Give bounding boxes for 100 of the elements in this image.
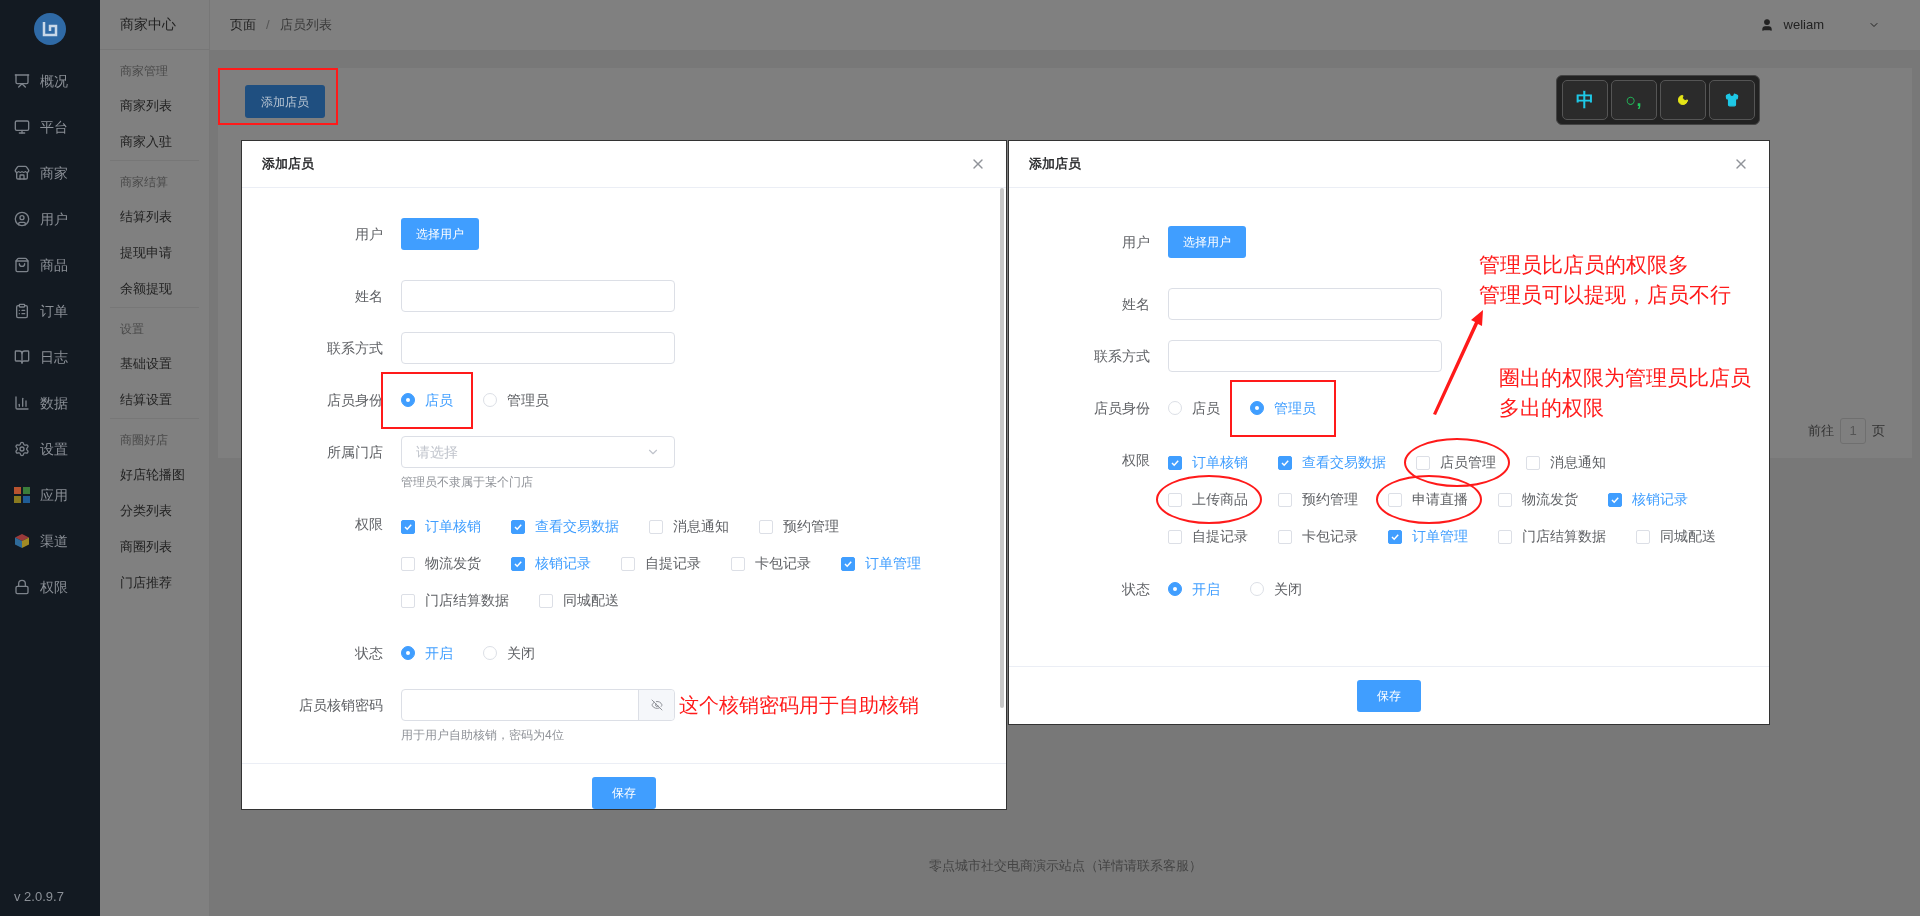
- permission-checkbox[interactable]: 同城配送: [1636, 526, 1716, 547]
- input-field[interactable]: [401, 280, 675, 312]
- field-label: 店员身份: [326, 391, 384, 410]
- radio-option[interactable]: 关闭: [1250, 578, 1302, 600]
- input-field[interactable]: [1168, 288, 1442, 320]
- permission-checkbox[interactable]: 自提记录: [1168, 526, 1248, 547]
- radio-option[interactable]: 管理员: [483, 389, 549, 411]
- breadcrumb-item[interactable]: 页面: [230, 15, 256, 35]
- field-label: 状态: [1121, 580, 1151, 599]
- sidebar-item[interactable]: 商家: [0, 150, 100, 196]
- submenu-item[interactable]: 商家列表: [110, 88, 199, 124]
- permission-checkbox[interactable]: 订单核销: [401, 516, 481, 537]
- radio-option[interactable]: 管理员: [1250, 397, 1316, 419]
- permission-checkbox[interactable]: 物流发货: [1498, 489, 1578, 510]
- permission-checkbox[interactable]: 核销记录: [1608, 489, 1688, 510]
- breadcrumb-item: 店员列表: [279, 16, 332, 35]
- submenu-item[interactable]: 商家入驻: [110, 124, 199, 160]
- eye-off-icon: [650, 699, 663, 711]
- sidebar-item[interactable]: 用户: [0, 196, 100, 242]
- field-label: 姓名: [354, 287, 384, 306]
- radio-option[interactable]: 开启: [401, 642, 453, 664]
- sidebar-item[interactable]: 商品: [0, 242, 100, 288]
- permission-checkbox[interactable]: 核销记录: [511, 553, 591, 574]
- version-text: v 2.0.9.7: [13, 887, 65, 906]
- input-field[interactable]: [1168, 340, 1442, 372]
- ime-key[interactable]: ○,: [1610, 80, 1657, 120]
- check-icon: [1390, 531, 1400, 542]
- menu-icon: [14, 73, 30, 89]
- submenu-title[interactable]: 商家中心: [100, 0, 209, 50]
- user-menu[interactable]: weliam: [1759, 15, 1900, 35]
- radio-option[interactable]: 店员: [1168, 397, 1220, 419]
- menu-icon: [14, 349, 30, 365]
- permission-checkbox[interactable]: 订单管理: [841, 553, 921, 574]
- lock-icon: [14, 579, 30, 595]
- annotation-text: 这个核销密码用于自助核销: [679, 693, 919, 718]
- sidebar-item[interactable]: 设置: [0, 426, 100, 472]
- permission-checkbox[interactable]: 上传商品: [1168, 489, 1248, 510]
- menu-icon: [14, 257, 30, 273]
- ime-key-label: ○,: [1625, 88, 1642, 112]
- field-label: 状态: [354, 644, 384, 663]
- permission-checkbox[interactable]: 消息通知: [1526, 452, 1606, 473]
- sidebar-item[interactable]: 数据: [0, 380, 100, 426]
- permission-checkbox[interactable]: 店员管理: [1416, 452, 1496, 473]
- field-label: 权限: [1121, 451, 1151, 470]
- permission-checkbox[interactable]: 自提记录: [621, 553, 701, 574]
- permission-checkbox[interactable]: 卡包记录: [1278, 526, 1358, 547]
- field-label: 店员身份: [1093, 399, 1151, 418]
- input-field[interactable]: [401, 332, 675, 364]
- permission-checkbox[interactable]: 订单核销: [1168, 452, 1248, 473]
- ime-key-label: 中: [1575, 88, 1594, 112]
- add-staff-button[interactable]: 添加店员: [245, 85, 325, 118]
- check-icon: [513, 521, 523, 532]
- submenu-item[interactable]: 门店推荐: [110, 565, 199, 601]
- permission-checkbox[interactable]: 查看交易数据: [511, 516, 619, 537]
- sidebar-item[interactable]: 日志: [0, 334, 100, 380]
- submenu-item[interactable]: 提现申请: [110, 235, 199, 271]
- permission-checkbox[interactable]: 门店结算数据: [401, 590, 509, 611]
- annotation-text: 管理员比店员的权限多 管理员可以提现，店员不行: [1479, 252, 1731, 308]
- ime-key[interactable]: 中: [1561, 80, 1608, 120]
- check-icon: [1610, 494, 1620, 505]
- submenu-item[interactable]: 结算列表: [110, 199, 199, 235]
- check-icon: [403, 521, 413, 532]
- submenu-item[interactable]: 基础设置: [110, 346, 199, 382]
- permission-checkbox[interactable]: 申请直播: [1388, 489, 1468, 510]
- password-field[interactable]: [401, 689, 675, 721]
- field-label: 联系方式: [326, 339, 384, 358]
- radio-option[interactable]: 开启: [1168, 578, 1220, 600]
- permission-checkbox[interactable]: 查看交易数据: [1278, 452, 1386, 473]
- permission-checkbox[interactable]: 订单管理: [1388, 526, 1468, 547]
- sidebar-item[interactable]: 概况: [0, 58, 100, 104]
- sidebar-item[interactable]: 应用: [0, 472, 100, 518]
- permission-checkbox[interactable]: 同城配送: [539, 590, 619, 611]
- submenu-item[interactable]: 好店轮播图: [110, 457, 199, 493]
- permission-checkbox[interactable]: 预约管理: [759, 516, 839, 537]
- sidebar-item[interactable]: 订单: [0, 288, 100, 334]
- dialog-title: 添加店员: [1029, 155, 1081, 174]
- submenu-item[interactable]: 分类列表: [110, 493, 199, 529]
- sidebar-item[interactable]: 渠道: [0, 518, 100, 564]
- check-icon: [843, 558, 853, 569]
- ime-key[interactable]: [1659, 80, 1706, 120]
- submenu-item[interactable]: 结算设置: [110, 382, 199, 418]
- menu-icon: [14, 211, 30, 227]
- check-icon: [513, 558, 523, 569]
- permission-checkbox[interactable]: 物流发货: [401, 553, 481, 574]
- permission-checkbox[interactable]: 预约管理: [1278, 489, 1358, 510]
- permission-checkbox[interactable]: 消息通知: [649, 516, 729, 537]
- sidebar-item[interactable]: 平台: [0, 104, 100, 150]
- menu-icon: [14, 165, 30, 181]
- permission-checkbox[interactable]: 卡包记录: [731, 553, 811, 574]
- pagination-label: 页: [1872, 422, 1885, 441]
- radio-option[interactable]: 关闭: [483, 642, 535, 664]
- permission-checkbox[interactable]: 门店结算数据: [1498, 526, 1606, 547]
- sidebar-item[interactable]: 权限: [0, 564, 100, 610]
- ime-key[interactable]: [1708, 80, 1755, 120]
- field-label: 店员核销密码: [298, 696, 384, 715]
- submenu-item[interactable]: 余额提现: [110, 271, 199, 307]
- radio-option[interactable]: 店员: [401, 389, 453, 411]
- submenu-item[interactable]: 商圈列表: [110, 529, 199, 565]
- cube-icon: [14, 533, 30, 549]
- menu-icon: [14, 441, 30, 457]
